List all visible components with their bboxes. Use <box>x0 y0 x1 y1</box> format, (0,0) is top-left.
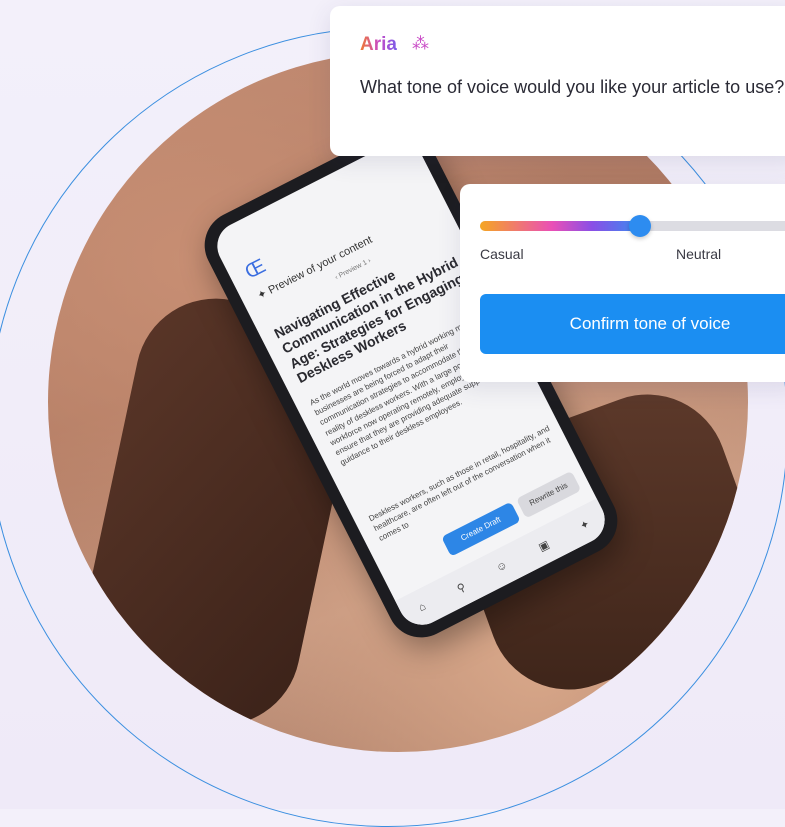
tone-slider-fill <box>480 221 640 231</box>
confirm-tone-button[interactable]: Confirm tone of voice <box>480 294 785 354</box>
chat-icon[interactable]: ▣ <box>536 537 552 553</box>
wand-icon[interactable]: ✦ <box>577 517 592 533</box>
aria-question-card: Aria ⁂ What tone of voice would you like… <box>330 6 785 156</box>
search-icon[interactable]: ⚲ <box>455 580 468 595</box>
tone-slider-handle[interactable] <box>629 215 651 237</box>
tone-label-neutral: Neutral <box>676 246 722 262</box>
tone-slider[interactable] <box>480 215 785 237</box>
people-icon[interactable]: ☺ <box>494 559 509 575</box>
tone-selector-card: Casual Neutral Confirm tone of voice <box>460 184 785 382</box>
app-logo: Œ <box>241 254 270 284</box>
tone-label-casual: Casual <box>480 246 524 262</box>
hero-photo: Œ ✦ Preview of your content ‹ Preview 1 … <box>48 52 748 752</box>
magic-wand-icon: ⁂ <box>412 34 429 54</box>
assistant-question: What tone of voice would you like your a… <box>360 77 785 97</box>
assistant-name: Aria <box>360 34 397 55</box>
home-icon[interactable]: ⌂ <box>417 600 428 614</box>
